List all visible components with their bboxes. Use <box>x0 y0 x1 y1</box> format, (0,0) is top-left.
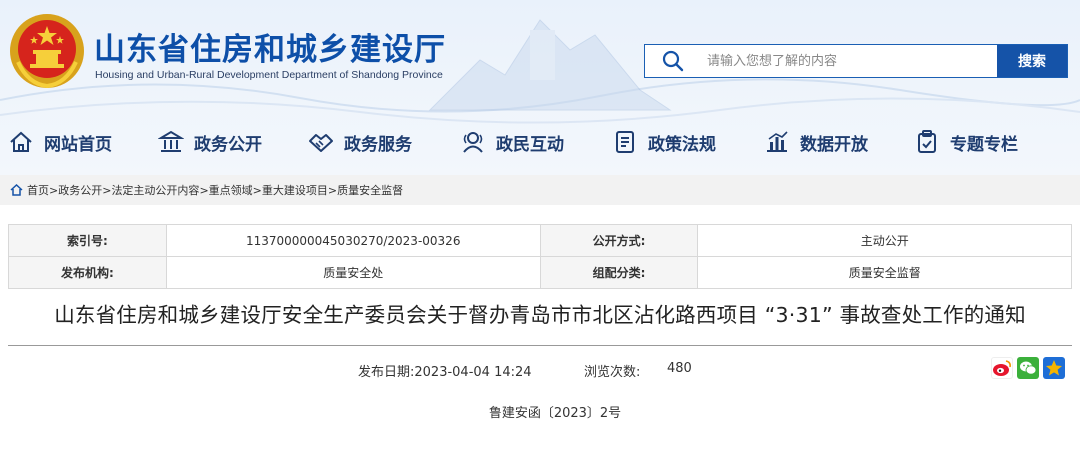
publisher-label: 发布机构: <box>8 256 167 289</box>
bar-chart-icon <box>762 127 792 157</box>
home-icon <box>6 127 36 157</box>
search-button[interactable]: 搜索 <box>997 45 1067 77</box>
document-icon <box>610 127 640 157</box>
document-info-table: 索引号: 113700000045030270/2023-00326 公开方式:… <box>8 224 1072 289</box>
share-buttons <box>991 357 1065 379</box>
table-row: 索引号: 113700000045030270/2023-00326 公开方式:… <box>8 224 1072 257</box>
government-building-icon <box>156 127 186 157</box>
site-subtitle: Housing and Urban-Rural Development Depa… <box>95 69 443 81</box>
handshake-icon <box>306 127 336 157</box>
nav-item-label: 数据开放 <box>800 134 868 155</box>
views-label: 浏览次数: <box>584 365 641 380</box>
main-navigation: 网站首页 政务公开 政务服务 政民互动 政策法规 数据开放 专题专栏 <box>0 120 1080 164</box>
index-label: 索引号: <box>8 224 167 257</box>
nav-item-label: 专题专栏 <box>950 134 1018 155</box>
breadcrumb-link-home[interactable]: 首页 <box>27 182 49 198</box>
site-title: 山东省住房和城乡建设厅 <box>94 32 446 68</box>
search-icon <box>645 45 701 77</box>
qzone-star-icon[interactable] <box>1043 357 1065 379</box>
nav-item-label: 政策法规 <box>648 134 716 155</box>
site-header: 山东省住房和城乡建设厅 Housing and Urban-Rural Deve… <box>0 0 1080 175</box>
search-input[interactable] <box>701 45 997 77</box>
people-interaction-icon <box>458 127 488 157</box>
publish-date-label: 发布日期: <box>358 365 415 380</box>
category-label: 组配分类: <box>539 256 699 289</box>
disclosure-method-label: 公开方式: <box>539 224 699 257</box>
article-meta: 发布日期:2023-04-04 14:24 浏览次数: 480 <box>0 361 1080 380</box>
wechat-icon[interactable] <box>1017 357 1039 379</box>
breadcrumb-separator: > <box>199 183 209 197</box>
breadcrumb-link-statutory-disclosure[interactable]: 法定主动公开内容 <box>111 182 199 198</box>
nav-item-open-data[interactable]: 数据开放 <box>762 120 868 164</box>
article-title: 山东省住房和城乡建设厅安全生产委员会关于督办青岛市市北区沾化路西项目 “3·31… <box>54 303 1026 327</box>
breadcrumb-separator: > <box>49 183 59 197</box>
table-row: 发布机构: 质量安全处 组配分类: 质量安全监督 <box>8 256 1072 289</box>
breadcrumb-link-quality-safety[interactable]: 质量安全监督 <box>337 182 403 198</box>
mount-tai-decoration <box>428 19 672 111</box>
disclosure-method-value: 主动公开 <box>697 224 1072 257</box>
nav-item-gov-affairs[interactable]: 政务公开 <box>156 120 262 164</box>
category-value: 质量安全监督 <box>697 256 1072 289</box>
nav-item-label: 政务服务 <box>344 134 412 155</box>
nav-item-interaction[interactable]: 政民互动 <box>458 120 564 164</box>
views-count: 480 <box>667 361 692 376</box>
clipboard-icon <box>912 127 942 157</box>
weibo-icon[interactable] <box>991 357 1013 379</box>
breadcrumb-separator: > <box>252 183 262 197</box>
publisher-value: 质量安全处 <box>165 256 541 289</box>
publish-date: 发布日期:2023-04-04 14:24 <box>358 361 532 380</box>
nav-item-policy[interactable]: 政策法规 <box>610 120 716 164</box>
nav-item-special-topics[interactable]: 专题专栏 <box>912 120 1018 164</box>
nav-item-home[interactable]: 网站首页 <box>6 120 112 164</box>
title-divider <box>8 345 1072 346</box>
nav-item-gov-services[interactable]: 政务服务 <box>306 120 412 164</box>
index-value: 113700000045030270/2023-00326 <box>165 224 541 257</box>
document-number-text: 鲁建安函〔2023〕2号 <box>488 406 622 421</box>
breadcrumb-separator: > <box>102 183 112 197</box>
breadcrumb: 首页 > 政务公开 > 法定主动公开内容 > 重点领域 > 重大建设项目 > 质… <box>0 175 1080 205</box>
publish-date-value: 2023-04-04 14:24 <box>414 365 532 380</box>
nav-item-label: 政务公开 <box>194 134 262 155</box>
nav-item-label: 网站首页 <box>44 134 112 155</box>
document-number: 鲁建安函〔2023〕2号 <box>0 402 1080 421</box>
national-emblem-logo <box>10 14 84 89</box>
breadcrumb-link-gov-affairs[interactable]: 政务公开 <box>58 182 102 198</box>
breadcrumb-separator: > <box>327 183 338 197</box>
home-small-icon[interactable] <box>10 184 23 196</box>
breadcrumb-link-major-projects[interactable]: 重大建设项目 <box>262 182 328 198</box>
nav-item-label: 政民互动 <box>496 134 564 155</box>
breadcrumb-link-key-areas[interactable]: 重点领域 <box>209 182 253 198</box>
search-bar: 搜索 <box>644 44 1068 78</box>
